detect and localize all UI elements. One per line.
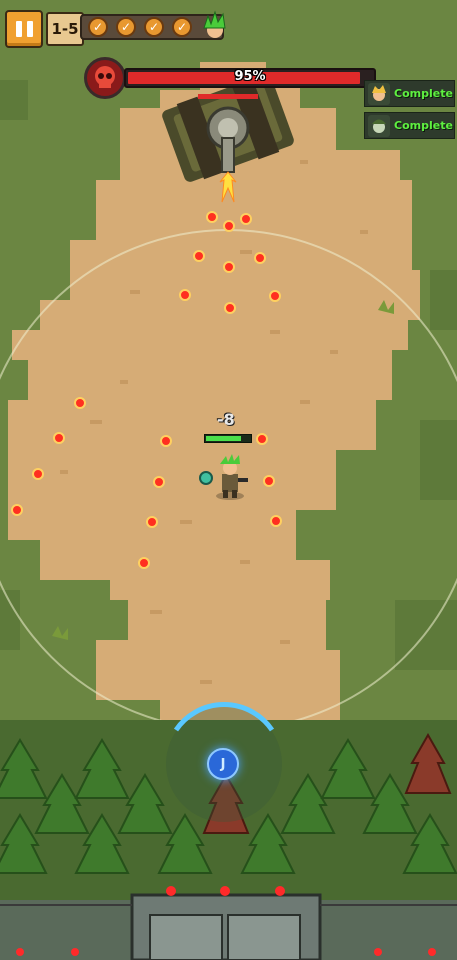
- pause-button[interactable]: [5, 10, 43, 48]
- objective-status: Complete: [394, 119, 453, 132]
- check-icon: ✓: [88, 17, 108, 37]
- objective-status: Complete: [394, 87, 453, 100]
- joystick-knob[interactable]: J: [207, 748, 239, 780]
- check-icon: ✓: [144, 17, 164, 37]
- check-icon: ✓: [116, 17, 136, 37]
- player-health-bar: [204, 434, 252, 443]
- damage-number: -8: [217, 410, 235, 429]
- blonde-hero-portrait-icon: [368, 82, 390, 105]
- zombie-soldier-portrait-icon: [368, 114, 390, 137]
- pause-icon: [26, 21, 33, 37]
- check-icon: ✓: [172, 17, 192, 37]
- boss-health-bar: 95%: [124, 68, 376, 88]
- player-health-fill: [206, 436, 242, 441]
- objective-2: Complete: [364, 112, 455, 139]
- boss-skull-icon: [84, 57, 126, 99]
- stage-label: 1-5: [46, 12, 84, 46]
- battlefield-scene: [0, 0, 457, 960]
- pause-icon: [15, 21, 22, 37]
- boss-health-percent: 95%: [234, 69, 266, 84]
- hero-portrait-icon: [203, 10, 226, 38]
- objective-1: Complete: [364, 80, 455, 107]
